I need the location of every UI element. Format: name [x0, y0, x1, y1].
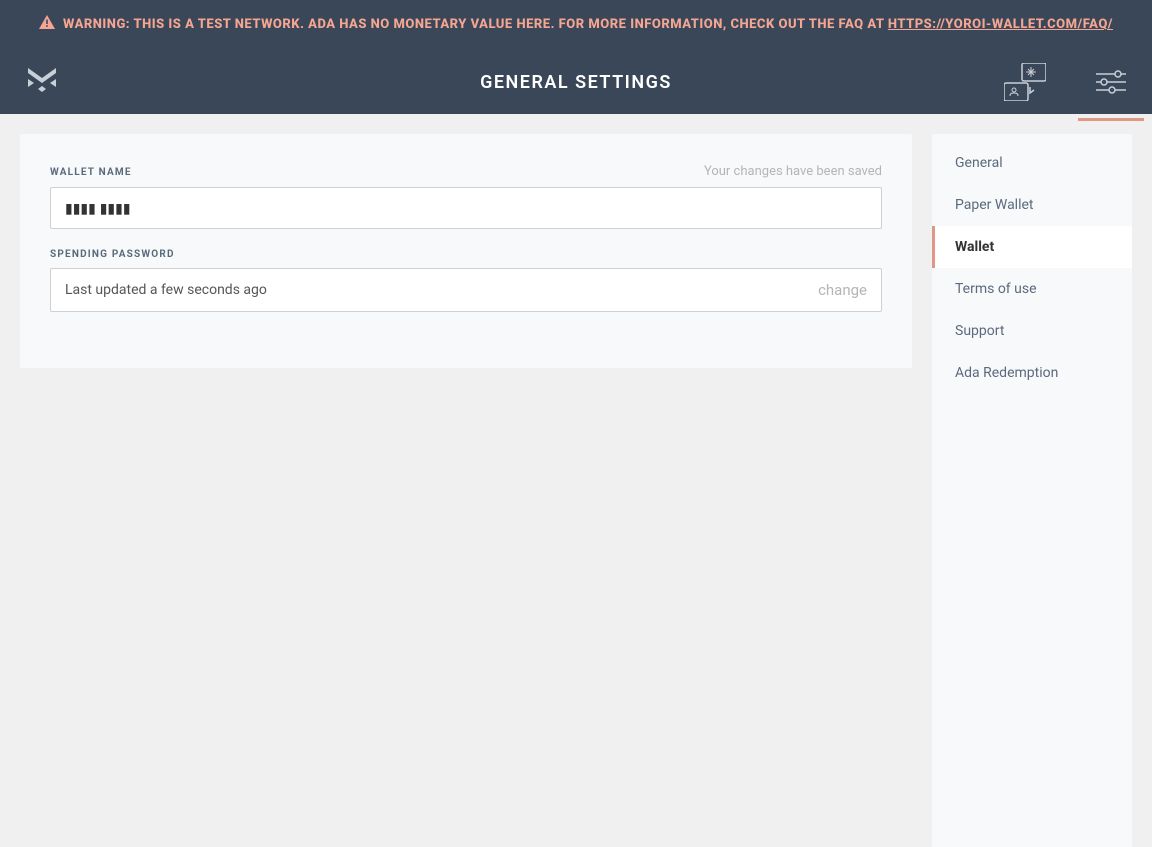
app-header: GENERAL SETTINGS	[0, 50, 1152, 114]
wallet-name-label: WALLET NAME	[50, 167, 132, 178]
page-title: GENERAL SETTINGS	[16, 72, 1136, 93]
sidebar-item-general[interactable]: General	[932, 142, 1132, 184]
spending-password-label: SPENDING PASSWORD	[50, 249, 175, 260]
warning-text: WARNING: THIS IS A TEST NETWORK. ADA HAS…	[63, 16, 1113, 34]
settings-sliders-icon[interactable]	[1086, 64, 1136, 100]
header-icon-group	[994, 57, 1136, 107]
warning-triangle-icon	[39, 15, 55, 35]
password-updated-status: Last updated a few seconds ago	[65, 282, 267, 298]
warning-faq-link[interactable]: HTTPS://YOROI-WALLET.COM/FAQ/	[888, 17, 1113, 32]
settings-content-panel: WALLET NAME Your changes have been saved…	[20, 134, 912, 368]
warning-text-prefix: WARNING: THIS IS A TEST NETWORK. ADA HAS…	[63, 17, 888, 32]
daedalus-transfer-icon[interactable]	[994, 57, 1056, 107]
spending-password-label-row: SPENDING PASSWORD	[50, 249, 882, 260]
wallet-name-label-row: WALLET NAME Your changes have been saved	[50, 164, 882, 179]
wallet-name-group: WALLET NAME Your changes have been saved	[50, 164, 882, 229]
wallet-name-input[interactable]	[50, 187, 882, 229]
spending-password-group: SPENDING PASSWORD Last updated a few sec…	[50, 249, 882, 312]
spending-password-row: Last updated a few seconds ago change	[50, 268, 882, 312]
yoroi-logo-icon[interactable]	[24, 62, 60, 102]
sidebar-item-support[interactable]: Support	[932, 310, 1132, 352]
sidebar-item-wallet[interactable]: Wallet	[932, 226, 1132, 268]
test-network-warning-banner: WARNING: THIS IS A TEST NETWORK. ADA HAS…	[0, 0, 1152, 50]
sidebar-item-paper-wallet[interactable]: Paper Wallet	[932, 184, 1132, 226]
sidebar-item-terms-of-use[interactable]: Terms of use	[932, 268, 1132, 310]
sidebar-item-ada-redemption[interactable]: Ada Redemption	[932, 352, 1132, 394]
saved-message: Your changes have been saved	[704, 164, 882, 179]
change-password-link[interactable]: change	[818, 281, 867, 299]
main-layout: WALLET NAME Your changes have been saved…	[0, 114, 1152, 847]
settings-sidebar: General Paper Wallet Wallet Terms of use…	[932, 134, 1132, 847]
